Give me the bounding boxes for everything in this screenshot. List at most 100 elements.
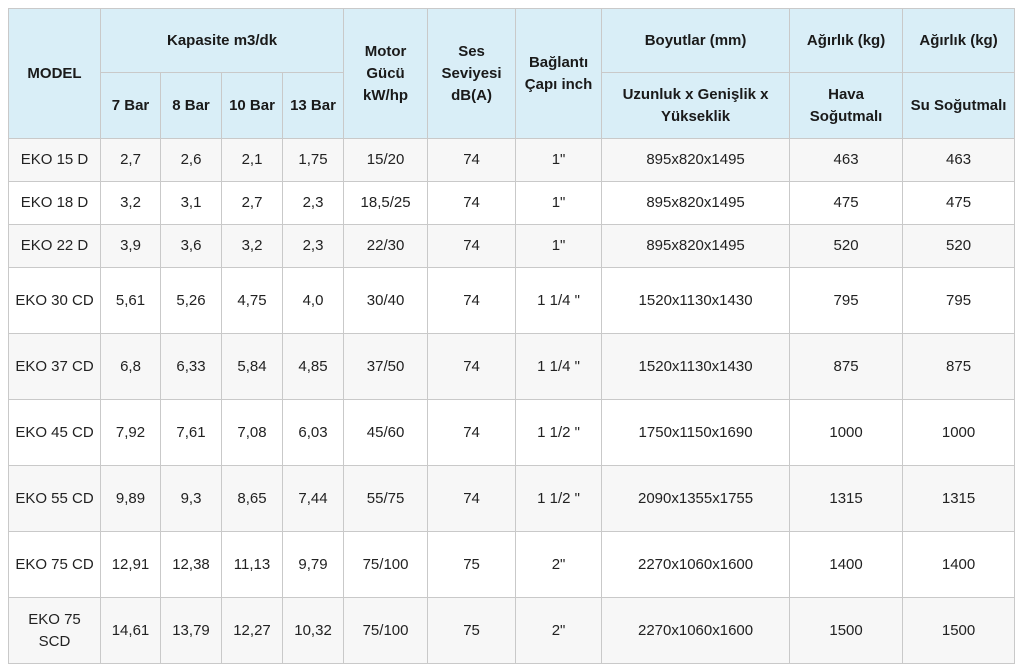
header-model: MODEL xyxy=(8,8,101,139)
cell-model: EKO 18 D xyxy=(8,181,101,225)
header-motor: Motor Gücü kW/hp xyxy=(343,8,429,139)
table-row: EKO 45 CD 7,92 7,61 7,08 6,03 45/60 74 1… xyxy=(8,399,1016,466)
cell-connection: 1" xyxy=(515,138,603,182)
cell-capacity-8bar: 5,26 xyxy=(160,267,222,334)
cell-motor: 15/20 xyxy=(343,138,429,182)
cell-sound: 74 xyxy=(427,465,517,532)
cell-capacity-7bar: 3,9 xyxy=(100,224,161,268)
spec-table-container: MODEL Kapasite m3/dk Motor Gücü kW/hp Se… xyxy=(8,8,1016,664)
cell-model: EKO 45 CD xyxy=(8,399,101,466)
table-row: EKO 75 SCD 14,61 13,79 12,27 10,32 75/10… xyxy=(8,597,1016,664)
cell-weight-air: 475 xyxy=(789,181,904,225)
cell-capacity-13bar: 9,79 xyxy=(281,531,345,598)
cell-capacity-13bar: 4,0 xyxy=(281,267,345,334)
cell-capacity-13bar: 7,44 xyxy=(281,465,345,532)
cell-motor: 55/75 xyxy=(343,465,429,532)
table-row: EKO 18 D 3,2 3,1 2,7 2,3 18,5/25 74 1" 8… xyxy=(8,181,1016,225)
header-dimensions-sub: Uzunluk x Genişlik x Yükseklik xyxy=(601,72,791,139)
cell-capacity-8bar: 2,6 xyxy=(160,138,222,182)
cell-weight-air: 795 xyxy=(789,267,904,334)
header-connection: Bağlantı Çapı inch xyxy=(515,8,603,139)
cell-motor: 75/100 xyxy=(343,597,429,664)
cell-capacity-10bar: 2,1 xyxy=(221,138,283,182)
cell-capacity-8bar: 7,61 xyxy=(160,399,222,466)
table-row: EKO 37 CD 6,8 6,33 5,84 4,85 37/50 74 1 … xyxy=(8,333,1016,400)
table-row: EKO 75 CD 12,91 12,38 11,13 9,79 75/100 … xyxy=(8,531,1016,598)
cell-model: EKO 37 CD xyxy=(8,333,101,400)
cell-capacity-8bar: 12,38 xyxy=(160,531,222,598)
cell-capacity-7bar: 2,7 xyxy=(100,138,161,182)
cell-capacity-7bar: 3,2 xyxy=(100,181,161,225)
header-pressure-7: 7 Bar xyxy=(100,72,161,139)
cell-capacity-13bar: 2,3 xyxy=(281,181,345,225)
cell-motor: 37/50 xyxy=(343,333,429,400)
cell-dimensions: 2090x1355x1755 xyxy=(601,465,791,532)
cell-capacity-7bar: 6,8 xyxy=(100,333,161,400)
cell-motor: 75/100 xyxy=(343,531,429,598)
cell-capacity-13bar: 6,03 xyxy=(281,399,345,466)
table-body: EKO 15 D 2,7 2,6 2,1 1,75 15/20 74 1" 89… xyxy=(8,138,1016,664)
cell-capacity-8bar: 9,3 xyxy=(160,465,222,532)
cell-capacity-8bar: 3,6 xyxy=(160,224,222,268)
cell-model: EKO 75 CD xyxy=(8,531,101,598)
header-weight-air-sub: Hava Soğutmalı xyxy=(789,72,904,139)
cell-connection: 2" xyxy=(515,531,603,598)
table-row: EKO 30 CD 5,61 5,26 4,75 4,0 30/40 74 1 … xyxy=(8,267,1016,334)
cell-weight-air: 1000 xyxy=(789,399,904,466)
cell-dimensions: 2270x1060x1600 xyxy=(601,597,791,664)
cell-capacity-13bar: 2,3 xyxy=(281,224,345,268)
compressor-spec-table: MODEL Kapasite m3/dk Motor Gücü kW/hp Se… xyxy=(8,8,1016,664)
cell-capacity-7bar: 5,61 xyxy=(100,267,161,334)
cell-weight-water: 1500 xyxy=(902,597,1016,664)
cell-capacity-10bar: 7,08 xyxy=(221,399,283,466)
cell-capacity-10bar: 4,75 xyxy=(221,267,283,334)
cell-weight-air: 463 xyxy=(789,138,904,182)
cell-model: EKO 75 SCD xyxy=(8,597,101,664)
cell-model: EKO 30 CD xyxy=(8,267,101,334)
cell-weight-air: 1315 xyxy=(789,465,904,532)
cell-capacity-8bar: 3,1 xyxy=(160,181,222,225)
cell-sound: 74 xyxy=(427,181,517,225)
cell-connection: 1" xyxy=(515,181,603,225)
cell-weight-air: 520 xyxy=(789,224,904,268)
header-pressure-10: 10 Bar xyxy=(221,72,283,139)
cell-capacity-8bar: 13,79 xyxy=(160,597,222,664)
header-capacity: Kapasite m3/dk xyxy=(99,8,345,73)
cell-weight-water: 1315 xyxy=(902,465,1016,532)
header-weight-water: Ağırlık (kg) xyxy=(902,8,1016,73)
cell-sound: 74 xyxy=(427,267,517,334)
cell-dimensions: 2270x1060x1600 xyxy=(601,531,791,598)
cell-capacity-7bar: 9,89 xyxy=(100,465,161,532)
cell-dimensions: 1750x1150x1690 xyxy=(601,399,791,466)
cell-sound: 75 xyxy=(427,531,517,598)
cell-connection: 1 1/2 " xyxy=(515,465,603,532)
cell-weight-water: 1000 xyxy=(902,399,1016,466)
cell-sound: 74 xyxy=(427,138,517,182)
cell-connection: 1 1/4 " xyxy=(515,267,603,334)
table-row: EKO 55 CD 9,89 9,3 8,65 7,44 55/75 74 1 … xyxy=(8,465,1016,532)
cell-capacity-8bar: 6,33 xyxy=(160,333,222,400)
cell-weight-air: 1400 xyxy=(789,531,904,598)
cell-weight-air: 875 xyxy=(789,333,904,400)
header-weight-water-sub: Su Soğutmalı xyxy=(902,72,1016,139)
cell-dimensions: 895x820x1495 xyxy=(601,224,791,268)
header-dimensions: Boyutlar (mm) xyxy=(601,8,791,73)
cell-model: EKO 15 D xyxy=(8,138,101,182)
table-row: EKO 22 D 3,9 3,6 3,2 2,3 22/30 74 1" 895… xyxy=(8,224,1016,268)
cell-motor: 30/40 xyxy=(343,267,429,334)
cell-motor: 18,5/25 xyxy=(343,181,429,225)
cell-capacity-13bar: 4,85 xyxy=(281,333,345,400)
cell-sound: 74 xyxy=(427,333,517,400)
cell-capacity-10bar: 11,13 xyxy=(221,531,283,598)
header-weight-air: Ağırlık (kg) xyxy=(789,8,904,73)
cell-dimensions: 895x820x1495 xyxy=(601,138,791,182)
cell-motor: 22/30 xyxy=(343,224,429,268)
cell-connection: 1" xyxy=(515,224,603,268)
cell-weight-water: 475 xyxy=(902,181,1016,225)
table-row: EKO 15 D 2,7 2,6 2,1 1,75 15/20 74 1" 89… xyxy=(8,138,1016,182)
cell-weight-water: 520 xyxy=(902,224,1016,268)
cell-connection: 1 1/4 " xyxy=(515,333,603,400)
header-pressure-8: 8 Bar xyxy=(160,72,222,139)
cell-weight-water: 463 xyxy=(902,138,1016,182)
cell-capacity-7bar: 12,91 xyxy=(100,531,161,598)
